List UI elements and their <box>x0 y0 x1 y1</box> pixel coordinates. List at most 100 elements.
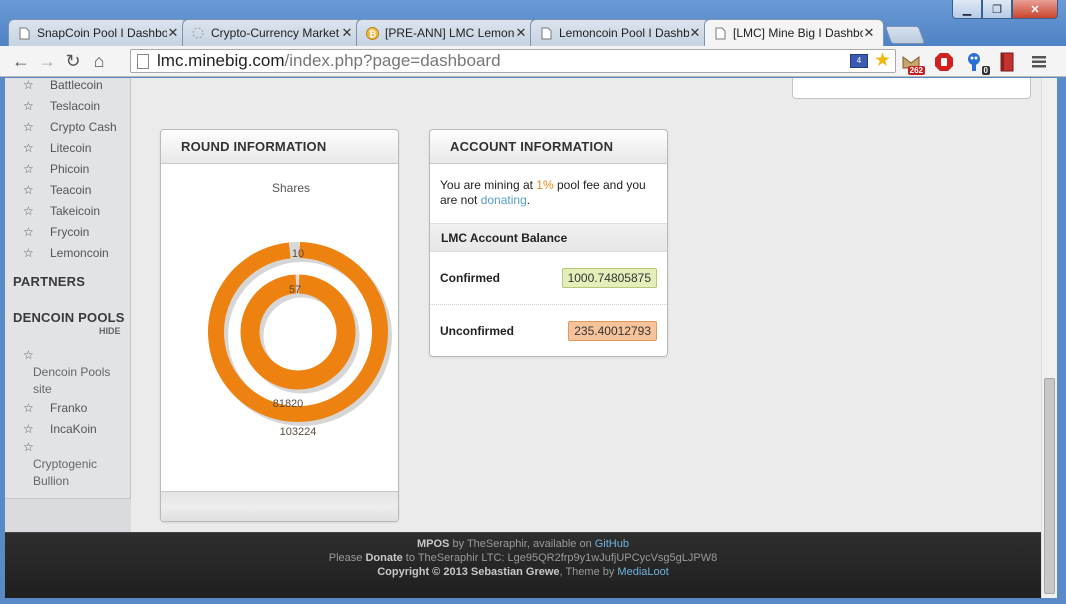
close-tab-icon[interactable]: ✕ <box>515 25 527 41</box>
star-icon: ☆ <box>23 348 34 362</box>
star-icon: ☆ <box>23 440 34 454</box>
close-tab-icon[interactable]: ✕ <box>689 25 701 41</box>
bookmark-book-icon[interactable] <box>996 51 1018 73</box>
dencoin-pools-heading[interactable]: DENCOIN POOLS <box>13 310 125 325</box>
new-tab-button[interactable] <box>884 26 926 44</box>
mining-fee-text: You are mining at 1% pool fee and you ar… <box>440 178 646 207</box>
tab-crypto-market[interactable]: Crypto-Currency Market ✕ <box>182 19 362 46</box>
browser-toolbar: ← → ↻ ⌂ lmc.minebig.com/index.php?page=d… <box>0 46 1066 77</box>
top-panel-edge <box>792 78 1031 99</box>
chart-data-label: 103224 <box>280 426 317 438</box>
sidebar-item-phicoin[interactable]: ☆ Phicoin <box>23 162 89 176</box>
star-icon: ☆ <box>23 183 34 197</box>
sidebar-item-dencoin-pools-site[interactable]: Dencoin Pools site <box>33 364 110 398</box>
medialoot-link[interactable]: MediaLoot <box>617 566 668 578</box>
reload-icon[interactable]: ↻ <box>60 48 86 74</box>
minimize-button[interactable]: ▁ <box>952 0 982 19</box>
window-frame-bottom <box>0 598 1066 604</box>
loading-icon <box>191 26 205 40</box>
page-icon <box>17 26 31 40</box>
star-icon: ☆ <box>23 204 34 218</box>
tab-lemoncoin-pool[interactable]: Lemoncoin Pool I Dashboard ✕ <box>530 19 710 46</box>
round-information-panel: ROUND INFORMATION Shares 10 57 81820 103224 <box>160 129 399 522</box>
sidebar-item-litecoin[interactable]: ☆ Litecoin <box>23 141 91 155</box>
window-titlebar: ▁ ❐ ✕ SnapCoin Pool I Dashboard ✕ Crypto… <box>0 0 1066 46</box>
bitcoin-icon: ₿ <box>365 26 379 40</box>
adblock-icon[interactable] <box>933 51 955 73</box>
vertical-scrollbar[interactable] <box>1041 78 1057 598</box>
sidebar-item-franko[interactable]: ☆ Franko <box>23 401 87 415</box>
donate-link[interactable]: Donate <box>365 552 402 564</box>
fee-value: 1% <box>536 178 554 192</box>
close-tab-icon[interactable]: ✕ <box>863 25 875 41</box>
sidebar: ☆ Battlecoin ☆ Teslacoin ☆ Crypto Cash ☆ Lit… <box>5 78 131 532</box>
scrollbar-thumb[interactable] <box>1044 378 1055 594</box>
sidebar-item-teslacoin[interactable]: ☆ Teslacoin <box>23 99 100 113</box>
tab-lemoncoin-ann[interactable]: ₿ [PRE-ANN] LMC Lemoncoin ✕ <box>356 19 536 46</box>
tab-snapcoin[interactable]: SnapCoin Pool I Dashboard ✕ <box>8 19 188 46</box>
close-window-button[interactable]: ✕ <box>1012 0 1058 19</box>
sidebar-item-battlecoin[interactable]: ☆ Battlecoin <box>23 78 103 92</box>
footer-credits-line: MPOS by TheSeraphir, available on GitHub <box>417 538 629 550</box>
shares-chart: Shares 10 57 81820 103224 <box>161 165 398 490</box>
star-icon: ☆ <box>23 120 34 134</box>
tab-strip: SnapCoin Pool I Dashboard ✕ Crypto-Curre… <box>8 19 926 46</box>
sidebar-item-takeicoin[interactable]: ☆ Takeicoin <box>23 204 100 218</box>
sidebar-item-crypto-cash[interactable]: ☆ Crypto Cash <box>23 120 117 134</box>
maximize-button[interactable]: ❐ <box>982 0 1012 19</box>
hide-toggle[interactable]: HIDE <box>99 326 121 336</box>
star-icon: ☆ <box>23 162 34 176</box>
star-icon: ☆ <box>23 225 34 239</box>
confirmed-label: Confirmed <box>440 271 500 285</box>
home-icon[interactable]: ⌂ <box>86 48 112 74</box>
page-info-icon[interactable] <box>137 53 149 69</box>
footer-donate-line: Please Donate to TheSeraphir LTC: Lge95Q… <box>328 552 718 564</box>
page-viewport: ☆ Battlecoin ☆ Teslacoin ☆ Crypto Cash ☆ Lit… <box>5 78 1041 598</box>
confirmed-value: 1000.74805875 <box>561 268 657 288</box>
chart-data-label: 81820 <box>273 398 304 410</box>
unconfirmed-value: 235.40012793 <box>568 321 657 341</box>
close-tab-icon[interactable]: ✕ <box>167 25 179 41</box>
back-arrow-icon[interactable]: ← <box>8 48 34 74</box>
window-frame-right <box>1057 78 1066 604</box>
unconfirmed-label: Unconfirmed <box>440 324 515 338</box>
star-icon: ☆ <box>23 99 34 113</box>
address-bar[interactable]: lmc.minebig.com/index.php?page=dashboard… <box>130 49 896 73</box>
unconfirmed-row: Unconfirmed 235.40012793 <box>430 305 667 357</box>
mail-extension-icon[interactable]: 262 <box>900 51 925 75</box>
page-icon <box>713 26 727 40</box>
star-icon: ☆ <box>23 141 34 155</box>
star-icon: ☆ <box>23 401 34 415</box>
chart-data-label: 10 <box>292 248 304 260</box>
inner-ring-segment-0[interactable] <box>240 274 356 390</box>
svg-text:₿: ₿ <box>368 29 375 39</box>
sidebar-item-frycoin[interactable]: ☆ Frycoin <box>23 225 89 239</box>
star-icon: ☆ <box>23 78 34 92</box>
translate-icon[interactable]: 4 <box>849 54 868 68</box>
window-controls: ▁ ❐ ✕ <box>952 0 1058 19</box>
page-footer: MPOS by TheSeraphir, available on GitHub… <box>5 532 1041 598</box>
confirmed-row: Confirmed 1000.74805875 <box>430 252 667 304</box>
footer-copyright-line: Copyright © 2013 Sebastian Grewe, Theme … <box>377 566 669 578</box>
forward-arrow-icon[interactable]: → <box>34 48 60 74</box>
url-text: lmc.minebig.com/index.php?page=dashboard <box>157 51 501 70</box>
chart-data-label: 57 <box>289 284 301 296</box>
account-information-title: ACCOUNT INFORMATION <box>430 130 667 164</box>
partners-heading[interactable]: PARTNERS <box>13 274 85 289</box>
star-icon: ☆ <box>23 246 34 260</box>
tab-minebig-dashboard[interactable]: [LMC] Mine Big I Dashboard ✕ <box>704 19 884 46</box>
sidebar-item-teacoin[interactable]: ☆ Teacoin <box>23 183 91 197</box>
sidebar-item-incakoin[interactable]: ☆ IncaKoin <box>23 422 97 436</box>
github-link[interactable]: GitHub <box>595 538 629 550</box>
close-tab-icon[interactable]: ✕ <box>341 25 353 41</box>
round-information-footer <box>161 491 398 521</box>
shares-donut-chart: Shares 10 57 81820 103224 <box>208 181 392 438</box>
chrome-menu-icon[interactable] <box>1028 51 1050 73</box>
main-content: ROUND INFORMATION Shares 10 57 81820 103224… <box>132 78 1041 532</box>
sidebar-item-lemoncoin[interactable]: ☆ Lemoncoin <box>23 246 109 260</box>
sidebar-item-cryptogenic-bullion[interactable]: Cryptogenic Bullion <box>33 456 97 490</box>
sidebar-footer <box>5 498 131 532</box>
key-extension-icon[interactable]: 0 <box>964 51 990 75</box>
bookmark-star-icon[interactable]: ★ <box>874 51 891 70</box>
donating-link[interactable]: donating <box>481 193 527 207</box>
